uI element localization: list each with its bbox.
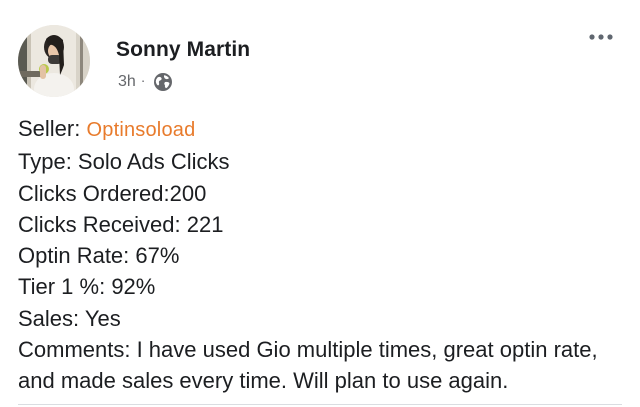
seller-link[interactable]: Optinsoload <box>86 119 195 141</box>
author-name[interactable]: Sonny Martin <box>116 38 250 62</box>
seller-line: Seller: Optinsoload <box>18 113 628 146</box>
type-line: Type: Solo Ads Clicks <box>18 149 230 175</box>
clicks-received-line: Clicks Received: 221 <box>18 211 224 237</box>
sales-line: Sales: Yes <box>18 305 121 331</box>
post-body: Seller: Optinsoload Type: Solo Ads Click… <box>18 113 628 397</box>
tier1-line: Tier 1 %: 92% <box>18 274 156 300</box>
seller-label: Seller: <box>18 116 81 141</box>
post-meta: 3h · <box>118 71 173 93</box>
post-card: Sonny Martin 3h · Seller: Optinsoload Ty… <box>0 0 640 407</box>
meta-separator: · <box>140 72 146 88</box>
optin-rate-line: Optin Rate: 67% <box>18 243 180 269</box>
avatar[interactable] <box>18 25 90 97</box>
clicks-ordered-line: Clicks Ordered:200 <box>18 180 207 206</box>
comments-text: Comments: I have used Gio multiple times… <box>18 337 598 394</box>
post-timestamp[interactable]: 3h <box>118 73 136 91</box>
avatar-photo <box>18 25 90 97</box>
globe-icon[interactable] <box>153 72 173 92</box>
more-options-icon[interactable] <box>588 30 614 44</box>
post-divider <box>18 404 622 405</box>
